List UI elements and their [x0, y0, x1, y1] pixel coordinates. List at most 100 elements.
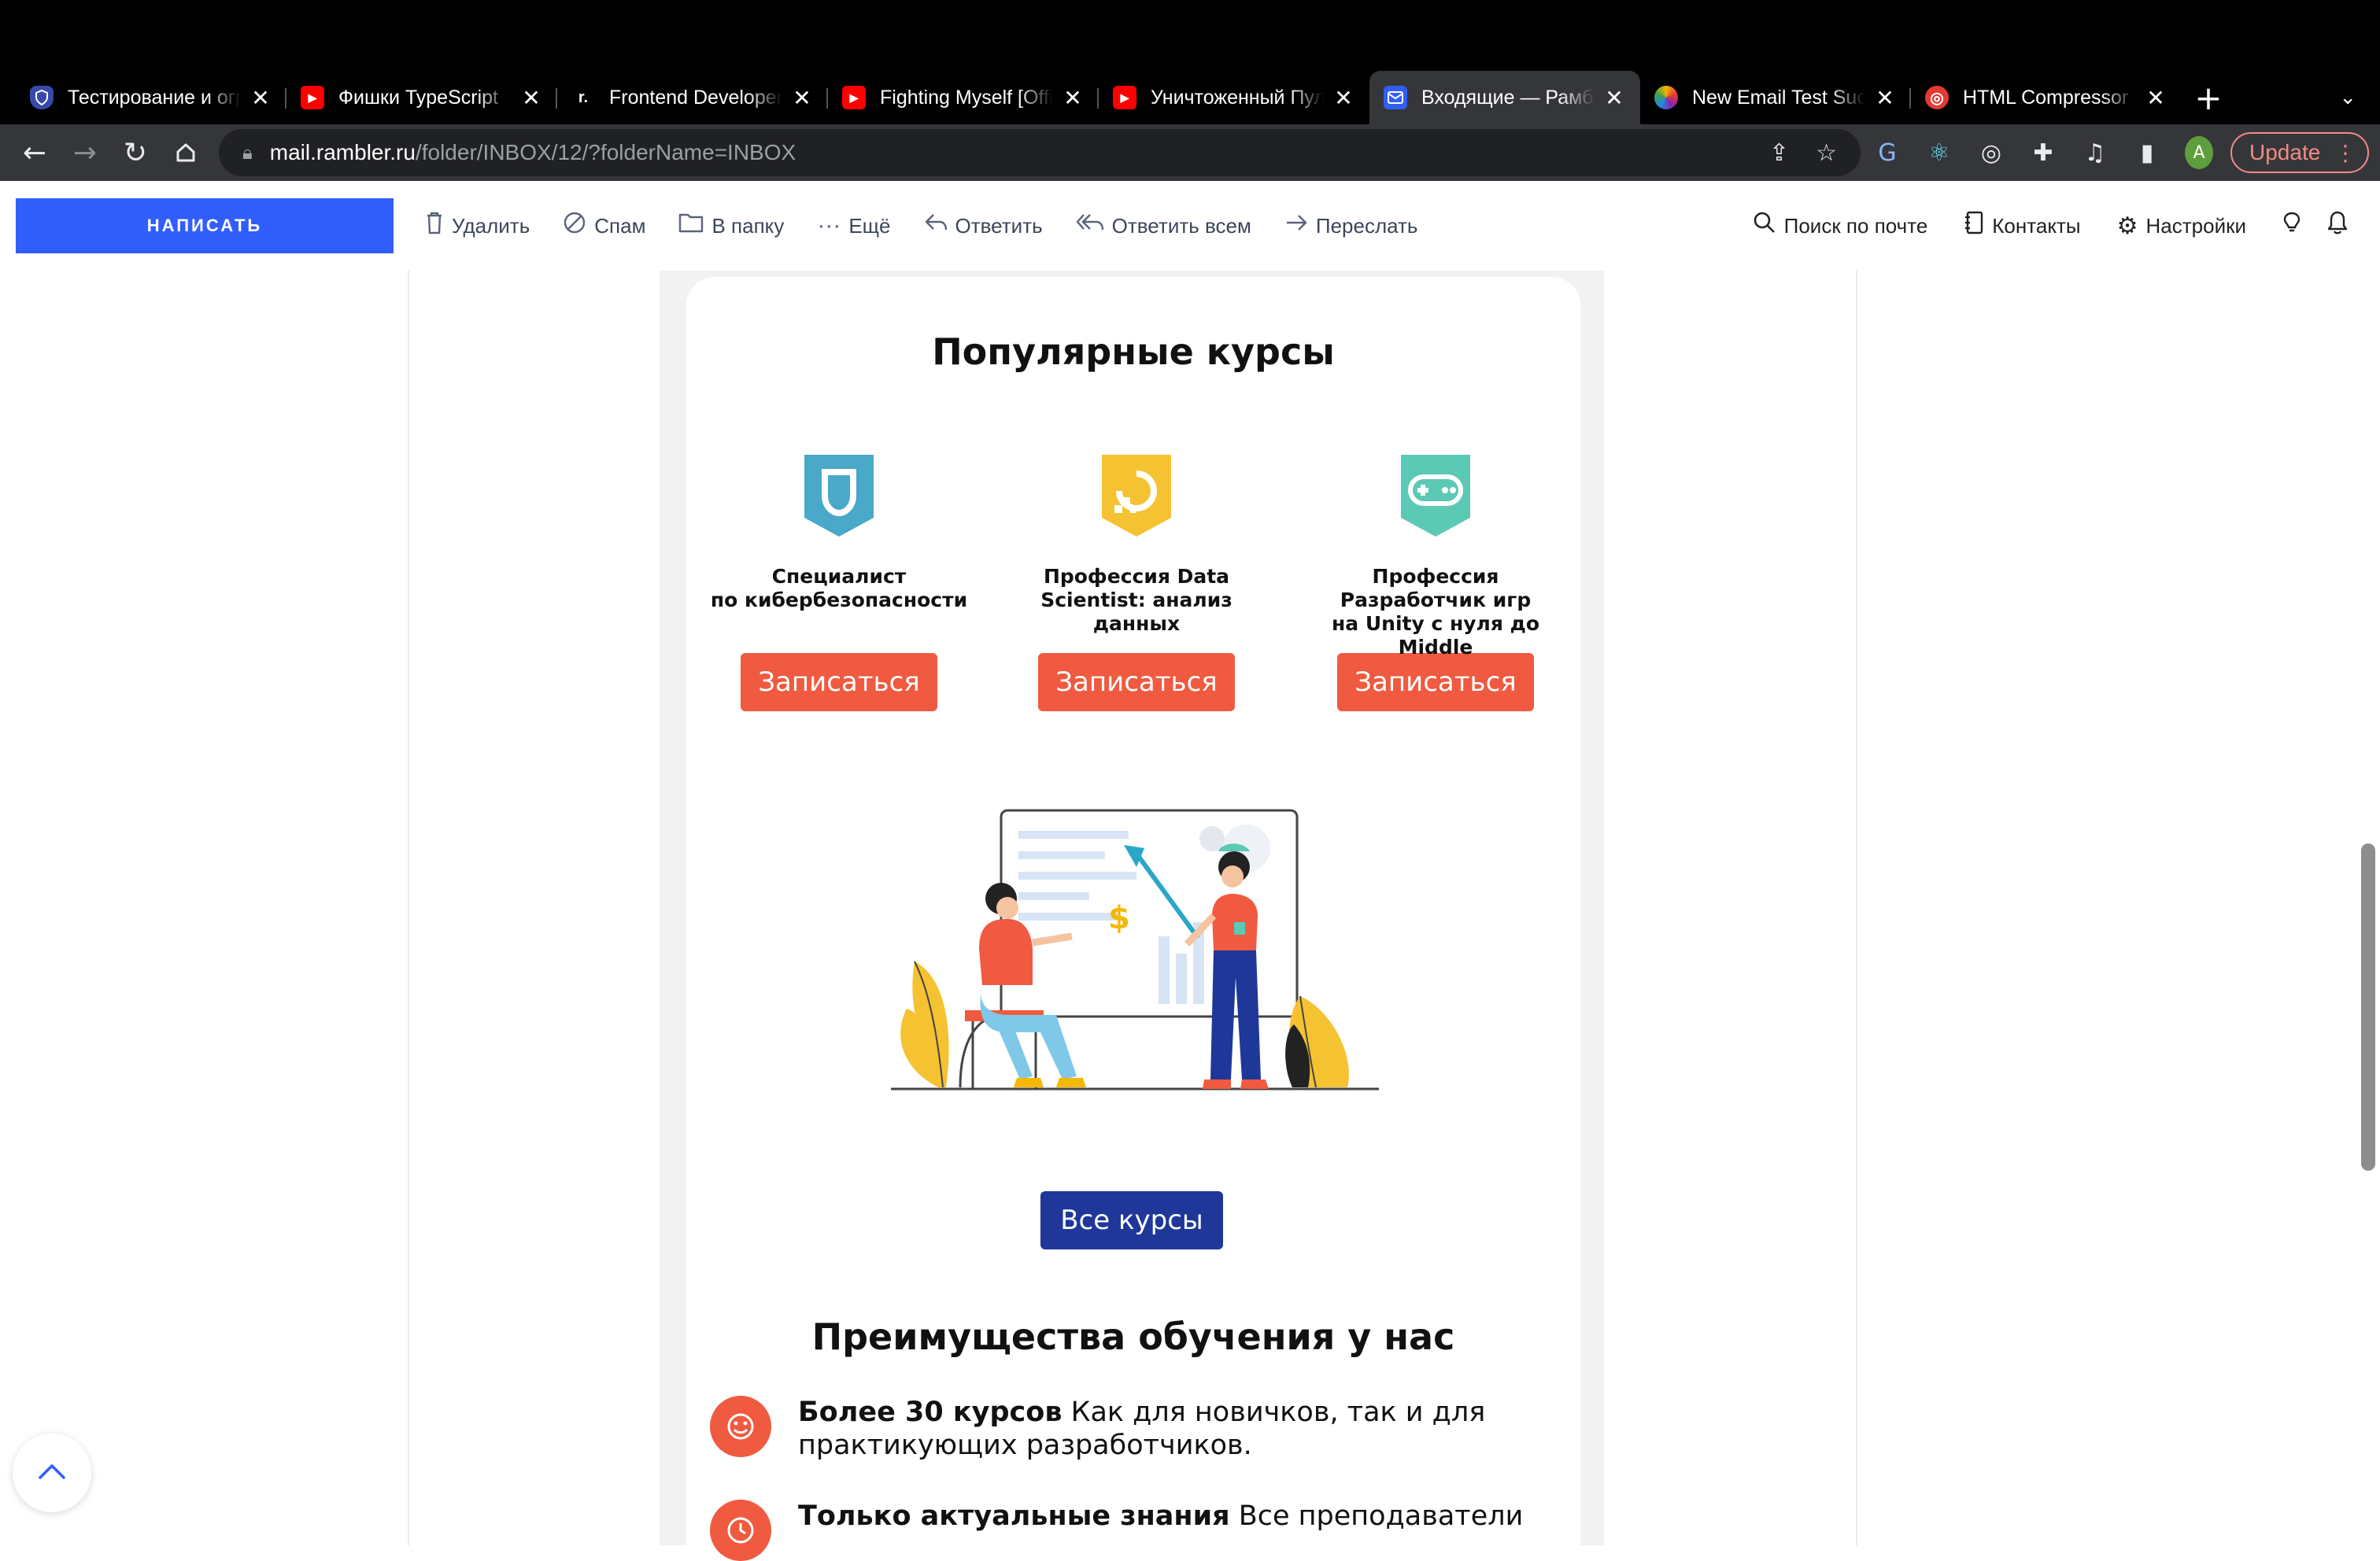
advantages-title: Преимущества обучения у нас — [811, 1316, 1455, 1358]
reply-all-button[interactable]: Ответить всем — [1076, 212, 1251, 239]
close-icon[interactable]: ✕ — [1602, 86, 1626, 110]
reply-label: Ответить — [955, 213, 1043, 238]
browser-tab[interactable]: ◎ HTML Compressor ✕ — [1911, 71, 2182, 124]
move-to-folder-label: В папку — [711, 213, 785, 238]
url-host: mail.rambler.ru — [269, 140, 416, 164]
tips-button[interactable] — [2282, 211, 2309, 241]
tab-title: HTML Compressor — [1963, 86, 2129, 109]
search-icon — [1753, 211, 1776, 241]
smile-icon — [710, 1396, 771, 1457]
contacts-button[interactable]: Контакты — [1964, 211, 2081, 241]
browser-tab-active[interactable]: Входящие — Рамблер/почта ✕ — [1369, 71, 1640, 124]
tab-title: Фишки TypeScript — [338, 86, 498, 109]
update-button[interactable]: Update ⋮ — [2230, 132, 2369, 173]
notifications-button[interactable] — [2326, 198, 2349, 253]
html-compressor-icon: ◎ — [1925, 86, 1949, 109]
mail-search-button[interactable]: Поиск по почте — [1753, 211, 1928, 241]
more-button[interactable]: ··· Ещё — [817, 212, 890, 239]
browser-tab[interactable]: ▶ Фишки TypeScript ✕ — [286, 71, 557, 124]
mail-icon — [1384, 86, 1407, 109]
settings-button[interactable]: ⚙ Настройки — [2117, 212, 2246, 240]
tab-title: Fighting Myself [Official] — [880, 86, 1053, 109]
new-tab-button[interactable]: + — [2185, 71, 2232, 124]
all-courses-button[interactable]: Все курсы — [1040, 1191, 1223, 1249]
more-icon: ··· — [817, 212, 841, 238]
reload-icon[interactable]: ↻ — [110, 127, 161, 178]
forward-icon — [1284, 212, 1308, 239]
mail-search-label: Поиск по почте — [1783, 213, 1928, 238]
browser-tab[interactable]: ▶ Уничтоженный Пульт ✕ — [1099, 71, 1369, 124]
enroll-button[interactable]: Записаться — [1038, 653, 1235, 711]
more-label: Ещё — [848, 213, 891, 238]
enroll-button[interactable]: Записаться — [1337, 653, 1534, 711]
close-icon[interactable]: ✕ — [1873, 86, 1897, 110]
email-test-icon — [1654, 86, 1678, 109]
bookmark-star-icon[interactable]: ☆ — [1816, 139, 1837, 167]
youtube-icon: ▶ — [301, 86, 324, 109]
enroll-button[interactable]: Записаться — [741, 653, 937, 711]
url-field[interactable]: 🔒︎ mail.rambler.ru/folder/INBOX/12/?fold… — [219, 129, 1861, 176]
delete-button[interactable]: Удалить — [425, 211, 530, 241]
popular-courses-title: Популярные курсы — [932, 330, 1335, 373]
react-devtools-icon[interactable]: ⚛ — [1925, 139, 1953, 167]
reply-icon — [924, 212, 948, 239]
spam-button[interactable]: Спам — [563, 211, 645, 241]
lightbulb-icon — [2282, 211, 2301, 241]
settings-label: Настройки — [2145, 213, 2247, 238]
course-name: Профессия Data Scientist: анализ данных — [1040, 565, 1232, 635]
tab-title: Входящие — Рамблер/почта — [1421, 86, 1595, 109]
spam-label: Спам — [594, 213, 646, 238]
tab-title: Frontend Developer — [609, 86, 782, 109]
translate-extension-icon[interactable]: G — [1873, 139, 1901, 167]
youtube-icon: ▶ — [842, 86, 866, 109]
chevron-up-icon — [38, 1463, 66, 1483]
profile-avatar[interactable]: A — [2185, 136, 2213, 169]
youtube-icon: ▶ — [1113, 86, 1136, 109]
update-label: Update — [2249, 140, 2321, 164]
close-icon[interactable]: ✕ — [1332, 86, 1355, 110]
shield-badge-icon — [801, 452, 877, 540]
share-icon[interactable]: ⇪ — [1769, 139, 1789, 167]
extensions-puzzle-icon[interactable]: ✚ — [2029, 139, 2057, 167]
folder-icon — [678, 212, 704, 239]
close-icon[interactable]: ✕ — [1061, 86, 1085, 110]
move-to-folder-button[interactable]: В папку — [678, 212, 784, 239]
r-icon: r. — [571, 86, 595, 109]
clock-icon — [710, 1500, 771, 1561]
back-icon[interactable]: ← — [9, 127, 60, 178]
lock-icon: 🔒︎ — [242, 142, 253, 164]
learning-illustration: $ — [891, 804, 1379, 1119]
browser-tab[interactable]: Тестирование и ограничения ✕ — [16, 71, 286, 124]
compose-button[interactable]: НАПИСАТЬ — [16, 198, 394, 253]
scroll-to-top-button[interactable] — [13, 1434, 91, 1512]
target-extension-icon[interactable]: ◎ — [1977, 139, 2005, 167]
close-icon[interactable]: ✕ — [2144, 86, 2168, 110]
shield-icon — [30, 86, 54, 109]
home-icon[interactable] — [161, 127, 211, 178]
reply-all-icon — [1076, 212, 1104, 239]
mail-view: Популярные курсы Специалист по кибербезо… — [0, 271, 2380, 1561]
page-scrollbar[interactable] — [2361, 843, 2375, 1171]
trash-icon — [425, 211, 444, 241]
close-icon[interactable]: ✕ — [519, 86, 543, 110]
reply-button[interactable]: Ответить — [924, 212, 1043, 239]
media-control-icon[interactable]: ♫ — [2081, 139, 2109, 167]
side-panel-icon[interactable]: ▮ — [2133, 139, 2161, 167]
browser-tab[interactable]: New Email Test Success ✕ — [1640, 71, 1911, 124]
gear-icon: ⚙ — [2116, 212, 2138, 239]
forward-icon[interactable]: → — [60, 127, 110, 178]
forward-label: Переслать — [1315, 213, 1418, 238]
close-icon[interactable]: ✕ — [790, 86, 814, 110]
tab-title: New Email Test Success — [1692, 86, 1865, 109]
browser-tab[interactable]: ▶ Fighting Myself [Official] ✕ — [828, 71, 1099, 124]
spam-icon — [563, 211, 586, 241]
browser-tab[interactable]: r. Frontend Developer ✕ — [557, 71, 828, 124]
close-icon[interactable]: ✕ — [249, 86, 272, 110]
forward-button[interactable]: Переслать — [1284, 212, 1418, 239]
tab-strip: Тестирование и ограничения ✕ ▶ Фишки Typ… — [0, 71, 2380, 124]
reply-all-label: Ответить всем — [1111, 213, 1251, 238]
window-titlebar — [0, 0, 2380, 71]
url-path: /folder/INBOX/12/?folderName=INBOX — [415, 140, 796, 164]
course-card: Профессия Разработчик игр на Unity с нул… — [1302, 452, 1569, 711]
tab-search-button[interactable]: ⌄ — [2339, 71, 2356, 124]
